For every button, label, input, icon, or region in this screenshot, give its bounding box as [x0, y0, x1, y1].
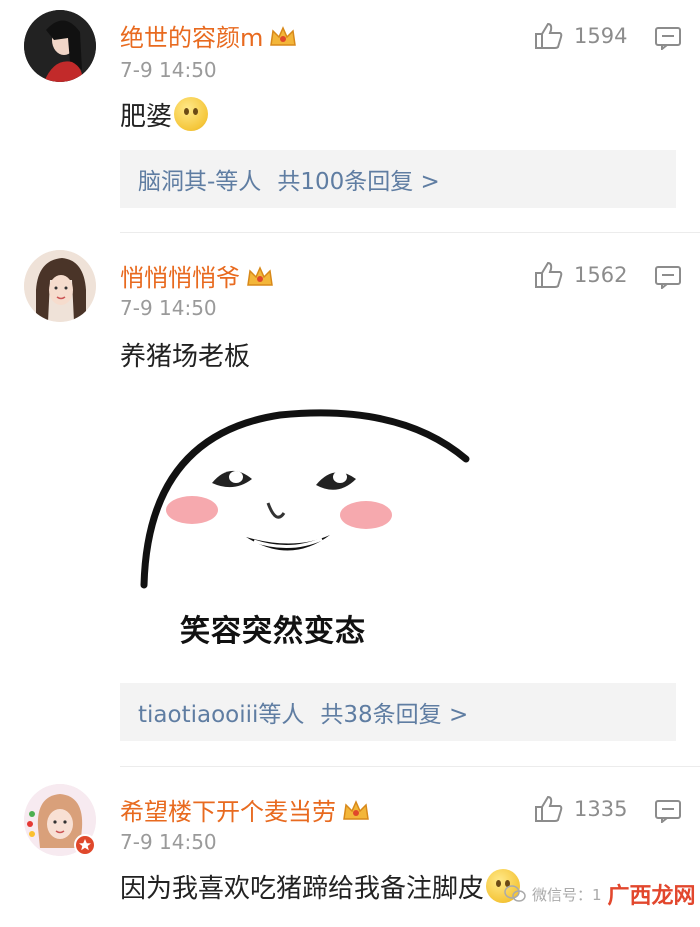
- username-text[interactable]: 悄悄悄悄爷: [120, 264, 240, 292]
- wechat-icon: [504, 885, 526, 902]
- username-text[interactable]: 希望楼下开个麦当劳: [120, 798, 336, 826]
- reply-icon[interactable]: [654, 265, 682, 289]
- comment-text: 养猪场老板: [120, 342, 251, 372]
- username[interactable]: 希望楼下开个麦当劳: [120, 792, 370, 827]
- avatar-image: [24, 10, 96, 82]
- verified-badge-icon: [74, 834, 96, 856]
- reply-icon[interactable]: [654, 26, 682, 50]
- thumbs-up-icon: [535, 795, 563, 822]
- like-count: 1594: [574, 24, 628, 48]
- reply-count-link[interactable]: 共100条回复 >: [277, 162, 439, 196]
- meme-caption: 笑容突然变态: [180, 614, 366, 649]
- watermark-wechat-text: 微信号：1: [532, 885, 602, 904]
- like-count: 1562: [574, 263, 628, 287]
- thumbs-up-icon: [535, 22, 563, 49]
- comment-text-content: 肥婆: [120, 102, 173, 132]
- watermark-site-text: 广西龙网: [607, 884, 696, 909]
- comment-text-content: 因为我喜欢吃猪蹄给我备注脚皮: [120, 874, 485, 904]
- timestamp: 7-9 14:50: [120, 58, 217, 82]
- like-button[interactable]: 1335: [534, 795, 627, 823]
- username-text[interactable]: 绝世的容颜m: [120, 24, 263, 52]
- avatar[interactable]: [24, 10, 96, 82]
- reply-count-link[interactable]: 共38条回复 >: [320, 695, 468, 729]
- watermark: 微信号：1 广西龙网: [504, 878, 696, 910]
- divider: [120, 766, 700, 767]
- like-button[interactable]: 1562: [534, 261, 627, 289]
- username[interactable]: 悄悄悄悄爷: [120, 258, 274, 293]
- avatar-image: [24, 250, 96, 322]
- like-count: 1335: [574, 797, 628, 821]
- comment-text: 因为我喜欢吃猪蹄给我备注脚皮: [120, 868, 521, 905]
- thumbs-up-icon: [535, 261, 563, 288]
- crown-badge-icon: [247, 266, 273, 286]
- reply-summary[interactable]: tiaotiaooiii等人 共38条回复 >: [120, 683, 676, 741]
- like-button[interactable]: 1594: [534, 22, 627, 50]
- reply-summary[interactable]: 脑洞其-等人 共100条回复 >: [120, 150, 676, 208]
- reply-icon[interactable]: [654, 799, 682, 823]
- meme-face-illustration: [140, 409, 470, 589]
- crown-badge-icon: [343, 800, 369, 820]
- timestamp: 7-9 14:50: [120, 830, 217, 854]
- timestamp: 7-9 14:50: [120, 296, 217, 320]
- divider: [120, 232, 700, 233]
- username[interactable]: 绝世的容颜m: [120, 18, 297, 53]
- avatar[interactable]: [24, 250, 96, 322]
- reply-names[interactable]: tiaotiaooiii等人: [138, 695, 304, 729]
- reply-names[interactable]: 脑洞其-等人: [138, 162, 261, 196]
- comment-text: 肥婆: [120, 96, 209, 133]
- crown-badge-icon: [270, 26, 297, 46]
- thinking-emoji-icon: [174, 97, 209, 131]
